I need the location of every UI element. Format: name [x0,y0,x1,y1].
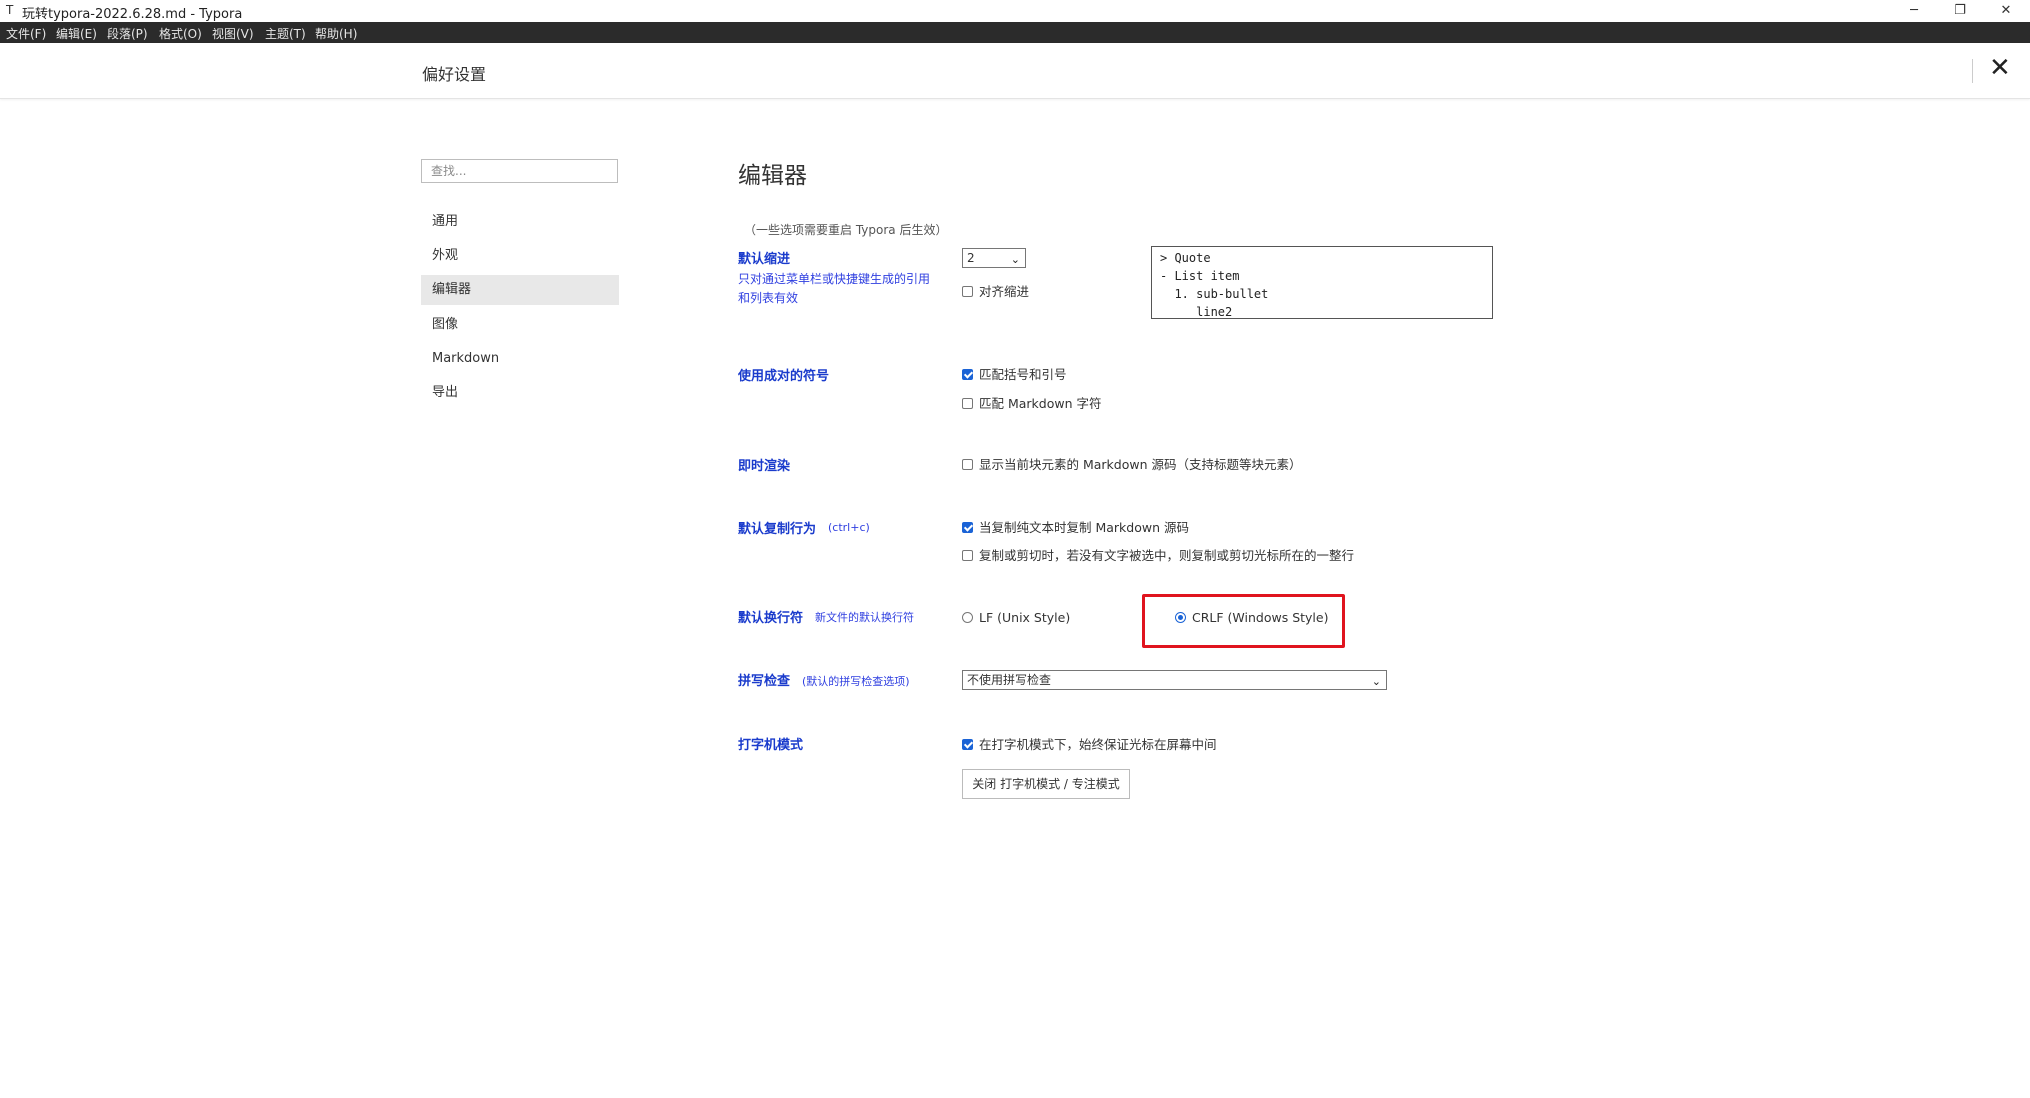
header-divider [1972,59,1973,83]
pairs-label: 使用成对的符号 [738,369,830,384]
restart-note: （一些选项需要重启 Typora 后生效） [744,223,948,237]
align-indent-option[interactable]: 对齐缩进 [962,284,1029,300]
live-render-label: 即时渲染 [738,459,791,474]
copy-markdown-option[interactable]: 当复制纯文本时复制 Markdown 源码 [962,520,1189,536]
menu-view[interactable]: 视图(V) [212,25,254,42]
search-input[interactable] [421,159,618,183]
copy-line-label: 复制或剪切时，若没有文字被选中，则复制或剪切光标所在的一整行 [979,548,1355,563]
menu-help[interactable]: 帮助(H) [315,25,357,42]
copy-label-text: 默认复制行为 [738,522,817,537]
indent-select-value: 2 [967,251,975,265]
copy-label: 默认复制行为 [738,518,816,537]
align-indent-checkbox[interactable] [962,286,973,297]
close-typewriter-button[interactable]: 关闭 打字机模式 / 专注模式 [962,769,1130,799]
sidebar-item-appearance[interactable]: 外观 [421,241,619,271]
match-brackets-label: 匹配括号和引号 [979,367,1067,382]
minimize-icon[interactable]: ─ [1892,1,1936,21]
copy-markdown-checkbox[interactable] [962,522,973,533]
window-title: 玩转typora-2022.6.28.md - Typora [22,7,243,22]
sidebar-item-image[interactable]: 图像 [421,310,619,340]
preferences-header: 偏好设置 ✕ [0,43,2030,99]
copy-markdown-label: 当复制纯文本时复制 Markdown 源码 [979,520,1189,535]
indent-select[interactable]: 2 ⌄ [962,248,1026,268]
match-markdown-label: 匹配 Markdown 字符 [979,396,1102,411]
window-close-icon[interactable]: ✕ [1984,1,2028,21]
menu-paragraph[interactable]: 段落(P) [107,25,148,42]
match-markdown-checkbox[interactable] [962,398,973,409]
align-indent-label: 对齐缩进 [979,284,1030,299]
lf-option[interactable]: LF (Unix Style) [962,610,1070,626]
match-markdown-option[interactable]: 匹配 Markdown 字符 [962,396,1102,412]
preview-line: line2 [1160,305,1233,319]
match-brackets-checkbox[interactable] [962,369,973,380]
menu-edit[interactable]: 编辑(E) [56,25,97,42]
spell-select[interactable]: 不使用拼写检查 ⌄ [962,670,1387,690]
section-title: 编辑器 [738,163,807,189]
linebreak-sublabel: 新文件的默认换行符 [815,611,914,624]
spell-select-value: 不使用拼写检查 [967,673,1052,687]
lf-radio[interactable] [962,612,973,623]
typewriter-center-option[interactable]: 在打字机模式下，始终保证光标在屏幕中间 [962,737,1217,753]
sidebar-item-general[interactable]: 通用 [421,207,619,237]
restore-icon[interactable]: ❐ [1938,1,1982,21]
chevron-down-icon: ⌄ [1371,675,1381,688]
preview-line: > Quote [1160,251,1211,265]
typewriter-label: 打字机模式 [738,738,804,753]
indent-preview: > Quote - List item 1. sub-bullet line2 [1151,246,1493,319]
sidebar-item-editor[interactable]: 编辑器 [421,275,619,305]
show-source-checkbox[interactable] [962,459,973,470]
lf-label: LF (Unix Style) [979,610,1071,625]
typora-app-icon: T [6,3,14,17]
sidebar-item-markdown[interactable]: Markdown [421,344,619,374]
preview-line: - List item [1160,269,1240,283]
menu-format[interactable]: 格式(O) [159,25,202,42]
show-source-label: 显示当前块元素的 Markdown 源码（支持标题等块元素） [979,457,1302,472]
linebreak-label: 默认换行符 [738,611,804,626]
sidebar-item-export[interactable]: 导出 [421,378,619,408]
close-preferences-icon[interactable]: ✕ [1989,53,2011,83]
spell-label: 拼写检查 [738,674,791,689]
indent-description: 只对通过菜单栏或快捷键生成的引用和列表有效 [738,272,931,305]
preview-line: 1. sub-bullet [1160,287,1269,301]
typewriter-center-label: 在打字机模式下，始终保证光标在屏幕中间 [979,737,1217,752]
copy-shortcut: (ctrl+c) [828,521,870,534]
typewriter-center-checkbox[interactable] [962,739,973,750]
page-title: 偏好设置 [422,65,487,84]
copy-line-option[interactable]: 复制或剪切时，若没有文字被选中，则复制或剪切光标所在的一整行 [962,548,1354,564]
menu-file[interactable]: 文件(F) [6,25,46,42]
chevron-down-icon: ⌄ [1010,253,1020,266]
menu-bar: 文件(F) 编辑(E) 段落(P) 格式(O) 视图(V) 主题(T) 帮助(H… [0,22,2030,43]
show-source-option[interactable]: 显示当前块元素的 Markdown 源码（支持标题等块元素） [962,457,1302,473]
menu-theme[interactable]: 主题(T) [265,25,306,42]
copy-line-checkbox[interactable] [962,550,973,561]
spell-sublabel: (默认的拼写检查选项) [802,675,910,688]
indent-label: 默认缩进 [738,252,791,267]
match-brackets-option[interactable]: 匹配括号和引号 [962,367,1067,383]
crlf-highlight-box [1142,594,1345,648]
title-bar: T 玩转typora-2022.6.28.md - Typora ─ ❐ ✕ [0,0,2030,22]
